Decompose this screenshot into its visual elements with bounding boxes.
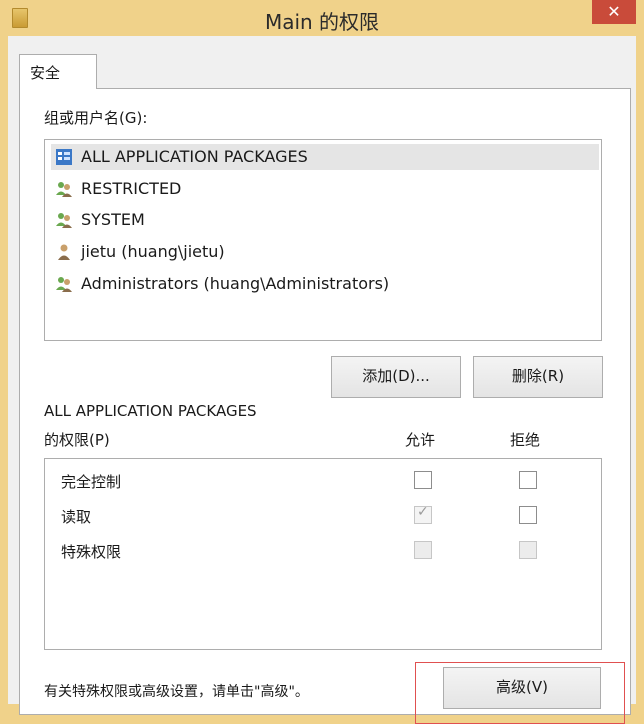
user-name: jietu (huang\jietu) xyxy=(81,242,225,261)
deny-checkbox[interactable] xyxy=(519,541,537,559)
user-group-icon xyxy=(56,182,72,197)
add-button[interactable]: 添加(D)... xyxy=(331,356,461,398)
user-name: RESTRICTED xyxy=(81,179,182,198)
tab-security[interactable]: 安全 xyxy=(19,54,97,89)
user-group-icon xyxy=(56,213,72,228)
user-list[interactable]: ALL APPLICATION PACKAGES RESTRICTED SYST… xyxy=(44,139,602,341)
deny-checkbox[interactable] xyxy=(519,471,537,489)
permissions-for-label: ALL APPLICATION PACKAGES xyxy=(44,402,257,420)
tab-panel: 组或用户名(G): ALL APPLICATION PACKAGES RESTR… xyxy=(19,88,631,724)
dialog-content: 安全 组或用户名(G): ALL APPLICATION PACKAGES RE… xyxy=(8,36,636,724)
allow-checkbox[interactable] xyxy=(414,541,432,559)
list-item[interactable]: Administrators (huang\Administrators) xyxy=(51,271,599,297)
permissions-list: 完全控制 读取 ✓ 特殊权限 xyxy=(44,458,602,650)
permissions-title-label: 的权限(P) xyxy=(44,431,110,449)
allow-checkbox[interactable] xyxy=(414,471,432,489)
list-item[interactable]: RESTRICTED xyxy=(51,176,599,202)
permission-name: 特殊权限 xyxy=(61,543,122,561)
list-item[interactable]: SYSTEM xyxy=(51,207,599,233)
permission-name: 完全控制 xyxy=(61,473,122,491)
list-item[interactable]: jietu (huang\jietu) xyxy=(51,239,599,265)
list-item[interactable]: ALL APPLICATION PACKAGES xyxy=(51,144,599,170)
close-icon: ✕ xyxy=(607,2,621,21)
allow-checkbox[interactable]: ✓ xyxy=(414,504,432,524)
deny-column-header: 拒绝 xyxy=(510,431,541,449)
user-name: ALL APPLICATION PACKAGES xyxy=(81,147,308,166)
user-icon xyxy=(58,244,70,260)
allow-column-header: 允许 xyxy=(405,431,436,449)
footer-text: 有关特殊权限或高级设置，请单击"高级"。 xyxy=(44,684,309,700)
groups-label: 组或用户名(G): xyxy=(44,109,148,127)
close-button[interactable]: ✕ xyxy=(592,0,636,24)
permission-name: 读取 xyxy=(61,508,92,526)
app-packages-icon xyxy=(56,149,72,165)
user-name: Administrators (huang\Administrators) xyxy=(81,274,390,293)
user-name: SYSTEM xyxy=(81,210,145,229)
remove-button[interactable]: 删除(R) xyxy=(473,356,603,398)
advanced-button[interactable]: 高级(V) xyxy=(443,667,601,709)
tab-security-label: 安全 xyxy=(30,64,61,82)
window-title: Main 的权限 xyxy=(264,10,380,34)
user-group-icon xyxy=(56,277,72,292)
deny-checkbox[interactable] xyxy=(519,506,537,524)
checkmark-icon: ✓ xyxy=(417,504,429,520)
title-bar: Main 的权限 ✕ xyxy=(0,0,644,36)
